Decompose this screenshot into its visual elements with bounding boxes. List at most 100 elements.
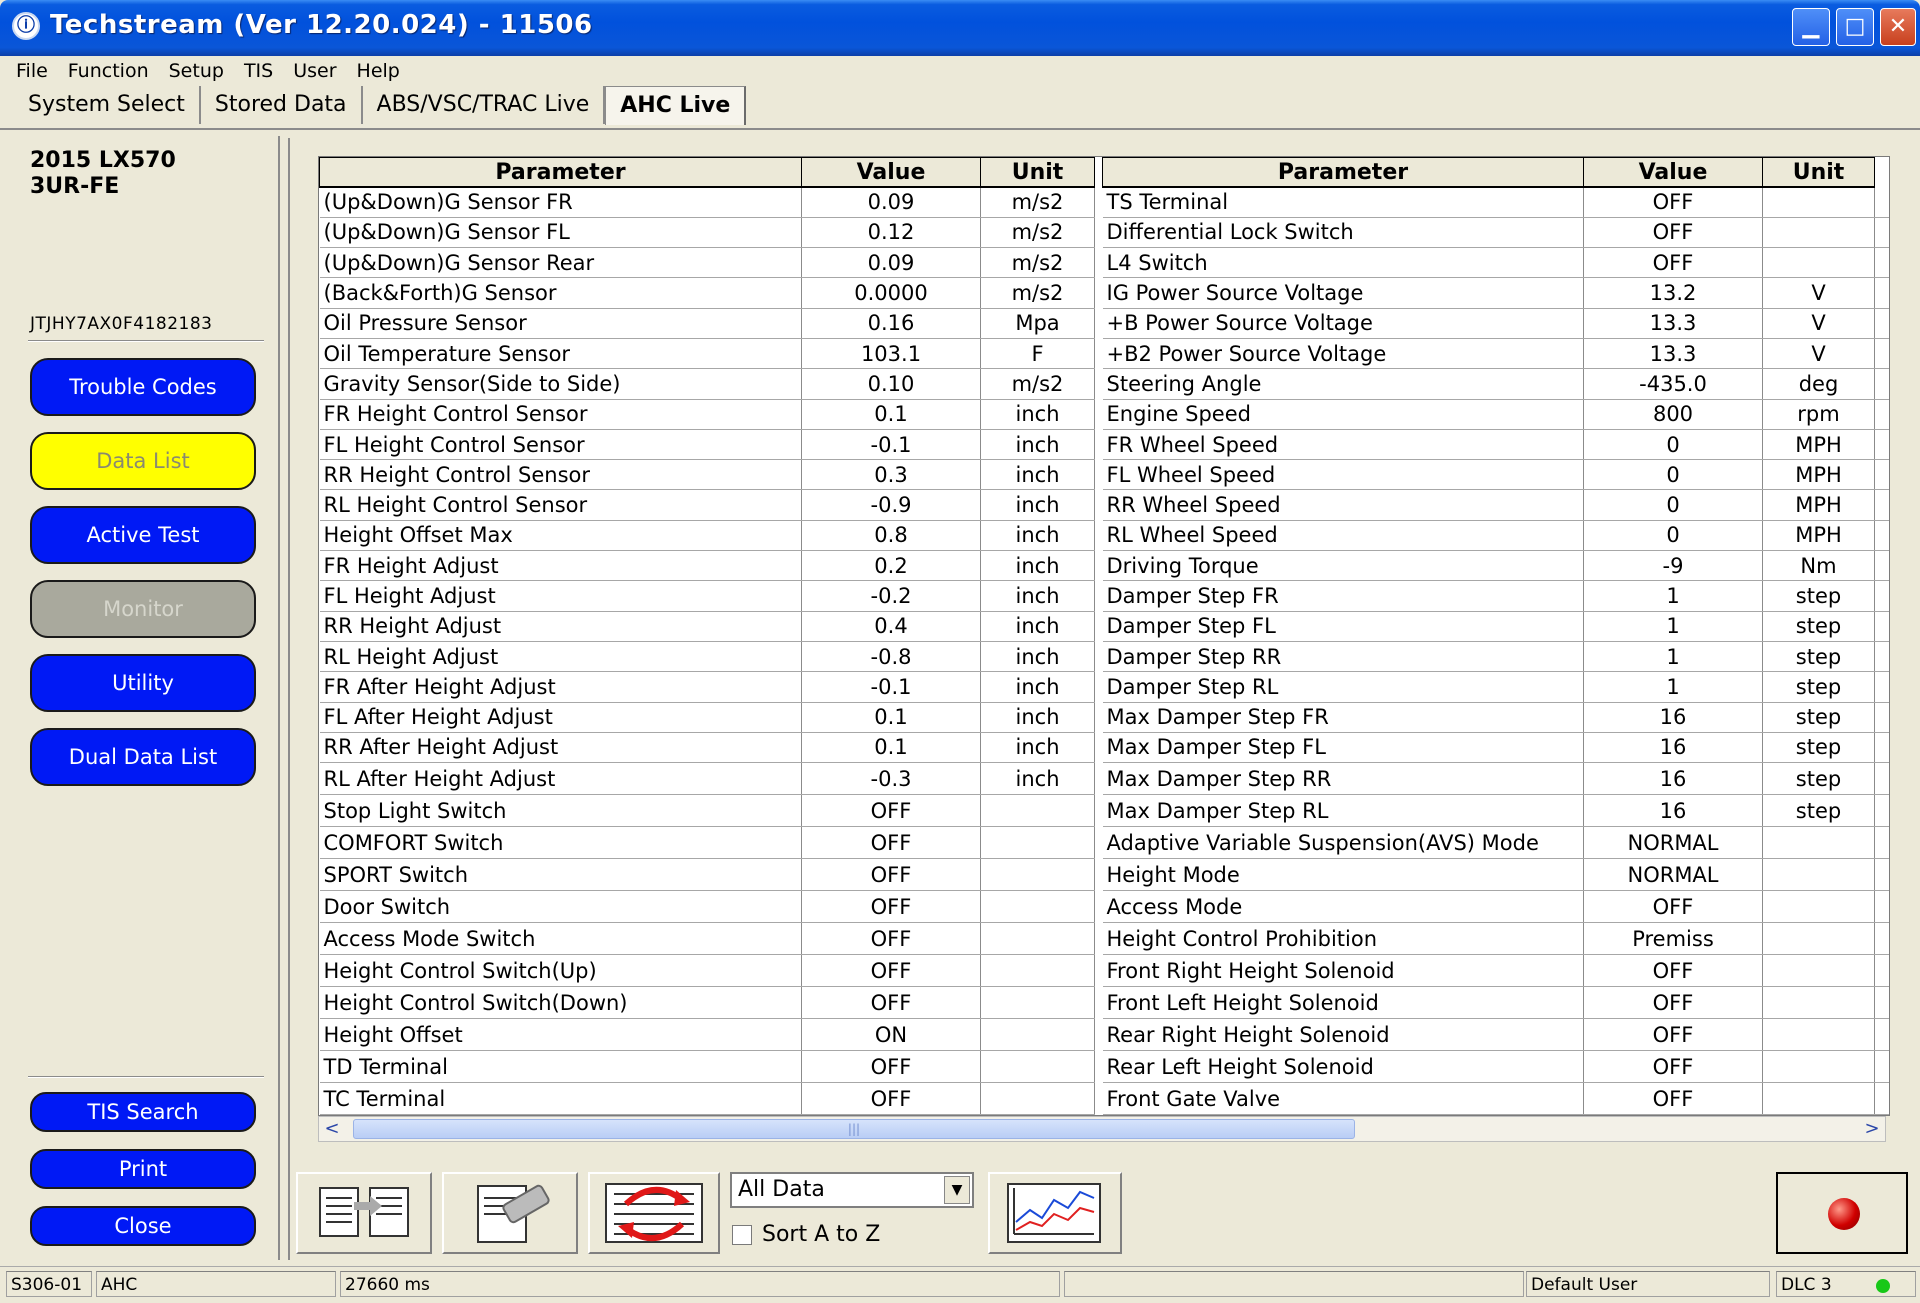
data-list-button[interactable]: Data List — [30, 432, 256, 490]
table-row[interactable]: Damper Step FL 1 step — [1102, 611, 1889, 642]
table-row[interactable]: Max Damper Step FR 16 step — [1102, 702, 1889, 733]
tab-stored-data[interactable]: Stored Data — [201, 86, 363, 124]
table-row[interactable]: FL Height Control Sensor -0.1 inch — [319, 429, 1095, 461]
table-row[interactable]: FL Height Adjust -0.2 inch — [319, 580, 1095, 612]
header-value[interactable]: Value — [1583, 157, 1763, 188]
table-row[interactable]: RR After Height Adjust 0.1 inch — [319, 732, 1095, 764]
table-row[interactable]: Rear Right Height Solenoid OFF — [1102, 1018, 1889, 1052]
menu-tis[interactable]: TIS — [234, 56, 283, 86]
menu-file[interactable]: File — [0, 56, 58, 86]
table-row[interactable]: Height Mode NORMAL — [1102, 858, 1889, 892]
table-row[interactable]: TD Terminal OFF — [319, 1050, 1095, 1084]
table-row[interactable]: Height Control Switch(Up) OFF — [319, 954, 1095, 988]
table-row[interactable]: RR Wheel Speed 0 MPH — [1102, 489, 1889, 521]
graph-view-button[interactable] — [988, 1172, 1122, 1254]
tab-ahc-live[interactable]: AHC Live — [605, 86, 747, 125]
table-row[interactable]: Front Gate Valve OFF — [1102, 1082, 1889, 1115]
table-row[interactable]: FL Wheel Speed 0 MPH — [1102, 459, 1889, 491]
scroll-thumb[interactable]: ||| — [353, 1119, 1355, 1139]
close-button[interactable]: Close — [30, 1206, 256, 1246]
table-row[interactable]: L4 Switch OFF — [1102, 247, 1889, 279]
table-row[interactable]: Oil Pressure Sensor 0.16 Mpa — [319, 308, 1095, 339]
table-row[interactable]: TS Terminal OFF — [1102, 187, 1889, 218]
table-row[interactable]: Front Right Height Solenoid OFF — [1102, 954, 1889, 988]
table-row[interactable]: Max Damper Step RR 16 step — [1102, 762, 1889, 796]
table-row[interactable]: Door Switch OFF — [319, 890, 1095, 924]
table-row[interactable]: Damper Step RR 1 step — [1102, 641, 1889, 673]
table-row[interactable]: RL Wheel Speed 0 MPH — [1102, 520, 1889, 552]
trouble-codes-button[interactable]: Trouble Codes — [30, 358, 256, 416]
header-value[interactable]: Value — [801, 157, 981, 188]
menu-user[interactable]: User — [283, 56, 346, 86]
table-row[interactable]: Engine Speed 800 rpm — [1102, 399, 1889, 430]
table-row[interactable]: Max Damper Step RL 16 step — [1102, 794, 1889, 828]
table-row[interactable]: Stop Light Switch OFF — [319, 794, 1095, 828]
table-row[interactable]: (Up&Down)G Sensor FR 0.09 m/s2 — [319, 187, 1095, 218]
minimize-button[interactable]: ▁ — [1792, 8, 1830, 46]
table-row[interactable]: FR Height Adjust 0.2 inch — [319, 550, 1095, 582]
table-row[interactable]: FR After Height Adjust -0.1 inch — [319, 671, 1095, 703]
table-row[interactable]: Rear Left Height Solenoid OFF — [1102, 1050, 1889, 1084]
table-row[interactable]: FR Height Control Sensor 0.1 inch — [319, 399, 1095, 430]
sort-a-to-z-checkbox[interactable] — [732, 1225, 752, 1245]
table-row[interactable]: Height Offset ON — [319, 1018, 1095, 1052]
horizontal-scrollbar[interactable]: < ||| > — [318, 1116, 1886, 1142]
refresh-list-button[interactable] — [588, 1172, 720, 1254]
menu-setup[interactable]: Setup — [159, 56, 234, 86]
data-list-table[interactable]: Parameter Value Unit (Up&Down)G Sensor F… — [318, 156, 1890, 1116]
table-row[interactable]: FR Wheel Speed 0 MPH — [1102, 429, 1889, 461]
dual-data-list-button[interactable]: Dual Data List — [30, 728, 256, 786]
table-row[interactable]: RL After Height Adjust -0.3 inch — [319, 762, 1095, 796]
record-button[interactable] — [1776, 1172, 1908, 1254]
tab-system-select[interactable]: System Select — [14, 86, 201, 124]
scroll-right-icon[interactable]: > — [1859, 1117, 1885, 1141]
table-row[interactable]: Gravity Sensor(Side to Side) 0.10 m/s2 — [319, 368, 1095, 400]
header-unit[interactable]: Unit — [1762, 157, 1875, 188]
table-row[interactable]: (Up&Down)G Sensor FL 0.12 m/s2 — [319, 217, 1095, 249]
table-row[interactable]: RL Height Adjust -0.8 inch — [319, 641, 1095, 673]
table-row[interactable]: RR Height Control Sensor 0.3 inch — [319, 459, 1095, 491]
table-row[interactable]: Access Mode OFF — [1102, 890, 1889, 924]
table-row[interactable]: TC Terminal OFF — [319, 1082, 1095, 1115]
table-row[interactable]: RL Height Control Sensor -0.9 inch — [319, 489, 1095, 521]
table-row[interactable]: (Up&Down)G Sensor Rear 0.09 m/s2 — [319, 247, 1095, 279]
header-parameter[interactable]: Parameter — [319, 157, 802, 188]
print-button[interactable]: Print — [30, 1149, 256, 1189]
table-row[interactable]: +B2 Power Source Voltage 13.3 V — [1102, 338, 1889, 370]
app-icon[interactable]: ⓘ — [12, 12, 40, 40]
table-row[interactable]: Damper Step FR 1 step — [1102, 580, 1889, 612]
table-row[interactable]: RR Height Adjust 0.4 inch — [319, 611, 1095, 642]
table-row[interactable]: SPORT Switch OFF — [319, 858, 1095, 892]
table-row[interactable]: COMFORT Switch OFF — [319, 826, 1095, 860]
table-row[interactable]: Driving Torque -9 Nm — [1102, 550, 1889, 582]
header-unit[interactable]: Unit — [980, 157, 1095, 188]
menu-help[interactable]: Help — [347, 56, 410, 86]
table-row[interactable]: Differential Lock Switch OFF — [1102, 217, 1889, 249]
tab-abs-vsc-trac-live[interactable]: ABS/VSC/TRAC Live — [363, 86, 606, 124]
table-row[interactable]: Front Left Height Solenoid OFF — [1102, 986, 1889, 1020]
table-row[interactable]: Access Mode Switch OFF — [319, 922, 1095, 956]
active-test-button[interactable]: Active Test — [30, 506, 256, 564]
table-row[interactable]: Max Damper Step FL 16 step — [1102, 732, 1889, 764]
maximize-button[interactable]: □ — [1836, 8, 1874, 46]
table-row[interactable]: (Back&Forth)G Sensor 0.0000 m/s2 — [319, 277, 1095, 309]
clipboard-tool-button[interactable] — [442, 1172, 578, 1254]
chevron-down-icon[interactable]: ▼ — [944, 1176, 970, 1204]
header-parameter[interactable]: Parameter — [1102, 157, 1584, 188]
tis-search-button[interactable]: TIS Search — [30, 1092, 256, 1132]
table-row[interactable]: Height Offset Max 0.8 inch — [319, 520, 1095, 552]
table-row[interactable]: Damper Step RL 1 step — [1102, 671, 1889, 703]
menu-function[interactable]: Function — [58, 56, 159, 86]
table-row[interactable]: Oil Temperature Sensor 103.1 F — [319, 338, 1095, 370]
data-filter-select[interactable]: All Data ▼ — [730, 1172, 974, 1208]
table-row[interactable]: IG Power Source Voltage 13.2 V — [1102, 277, 1889, 309]
utility-button[interactable]: Utility — [30, 654, 256, 712]
table-row[interactable]: FL After Height Adjust 0.1 inch — [319, 702, 1095, 733]
table-row[interactable]: Steering Angle -435.0 deg — [1102, 368, 1889, 400]
table-row[interactable]: Height Control Switch(Down) OFF — [319, 986, 1095, 1020]
table-row[interactable]: Adaptive Variable Suspension(AVS) Mode NO… — [1102, 826, 1889, 860]
scroll-left-icon[interactable]: < — [319, 1117, 345, 1141]
table-row[interactable]: +B Power Source Voltage 13.3 V — [1102, 308, 1889, 339]
list-transfer-button[interactable] — [296, 1172, 432, 1254]
close-window-button[interactable]: ✕ — [1880, 8, 1916, 46]
